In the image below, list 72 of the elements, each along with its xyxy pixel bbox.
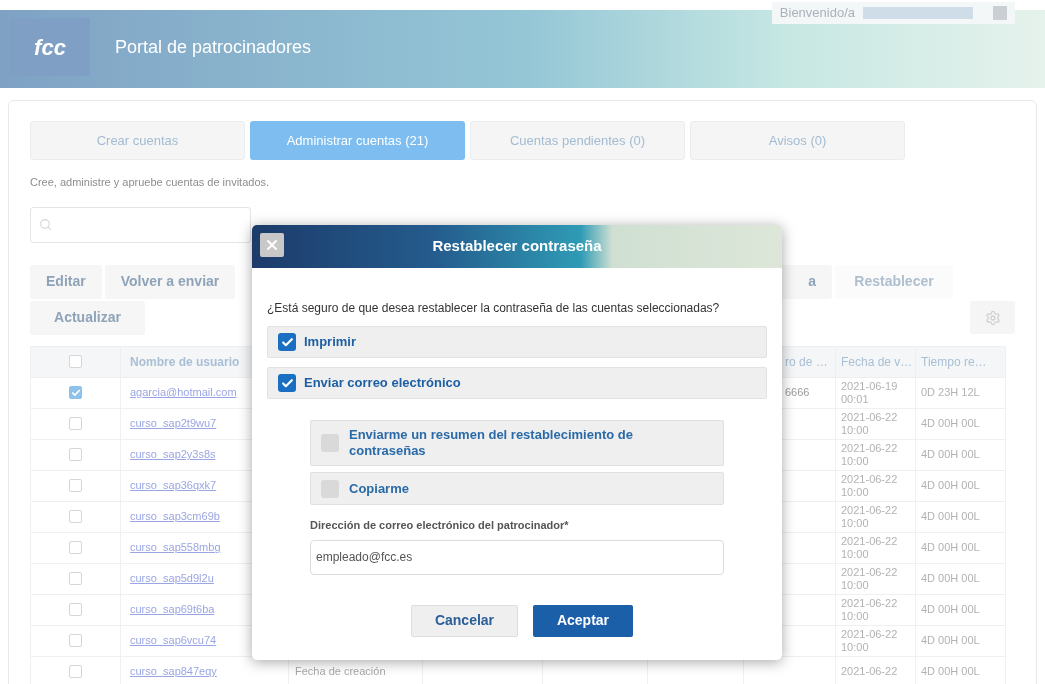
portal-title: Portal de patrocinadores (115, 36, 312, 59)
tab[interactable]: Crear cuentas (30, 121, 245, 160)
expiry-date: 2021-06-22 10:00 (841, 441, 898, 467)
checkbox[interactable] (69, 572, 82, 585)
email-field[interactable]: empleado@fcc.es (310, 539, 724, 575)
toolbar-button[interactable]: Volver a enviar (104, 264, 236, 299)
tab[interactable]: Avisos (0) (690, 121, 905, 160)
expiry-date: 2021-06-22 10:00 (841, 410, 898, 436)
expiry-date: 2021-06-22 10:00 (841, 627, 898, 653)
checkbox[interactable] (69, 665, 82, 678)
time-remaining: 4D 00H 00L (921, 572, 980, 585)
checkbox[interactable] (69, 603, 82, 616)
option-label: Enviarme un resumen del restablecimiento de contraseñas (349, 427, 634, 459)
expiry-date: 2021-06-22 10:00 (841, 503, 898, 529)
gear-icon (984, 309, 1001, 326)
check-icon (70, 387, 81, 398)
option-row[interactable]: Imprimir (267, 326, 767, 358)
checkbox[interactable] (69, 448, 82, 461)
time-remaining: 4D 00H 00L (921, 634, 980, 647)
column-header[interactable]: Tiempo re… (915, 346, 1006, 377)
time-remaining: 4D 00H 00L (921, 665, 980, 678)
checkbox[interactable] (69, 417, 82, 430)
option-row[interactable]: Enviarme un resumen del restablecimiento de contraseñas (310, 420, 724, 466)
close-icon (264, 237, 280, 253)
option-label: Imprimir (304, 333, 356, 352)
checkbox[interactable] (69, 510, 82, 523)
accept-button[interactable]: Aceptar (533, 604, 633, 637)
time-remaining: 4D 00H 00L (921, 510, 980, 523)
tab[interactable]: Cuentas pendientes (0) (470, 121, 685, 160)
close-button[interactable] (260, 233, 284, 257)
search-field[interactable] (30, 206, 251, 243)
time-remaining: 4D 00H 00L (921, 448, 980, 461)
time-remaining: 4D 00H 00L (921, 541, 980, 554)
column-header[interactable]: Fecha de v… (835, 346, 916, 377)
welcome-text: Bienvenido/a (779, 4, 855, 23)
checkbox[interactable] (69, 355, 82, 368)
table-cell: Fecha de creación (295, 665, 386, 678)
description-text: Cree, administre y apruebe cuentas de invitados. (30, 175, 271, 190)
tab[interactable]: Administrar cuentas (21) (250, 121, 465, 160)
check-icon (280, 376, 294, 390)
search-icon (39, 218, 52, 231)
menu-toggle[interactable] (993, 6, 1007, 20)
checkbox[interactable] (69, 634, 82, 647)
expiry-date: 2021-06-22 10:00 (841, 472, 898, 498)
table-cell: 6666 (785, 386, 810, 399)
toolbar-button[interactable]: Actualizar (30, 300, 145, 335)
time-remaining: 0D 23H 12L (921, 386, 980, 399)
expiry-date: 2021-06-22 10:00 (841, 596, 898, 622)
checkbox[interactable] (278, 333, 296, 351)
checkbox[interactable] (69, 386, 82, 399)
option-row[interactable]: Copiarme (310, 472, 724, 505)
expiry-date: 2021-06-22 10:00 (841, 534, 898, 560)
settings-button[interactable] (970, 301, 1015, 334)
option-row[interactable]: Enviar correo electrónico (267, 367, 767, 399)
expiry-date: 2021-06-22 10:00 (841, 565, 898, 591)
time-remaining: 4D 00H 00L (921, 603, 980, 616)
email-label: Dirección de correo electrónico del patrocinador* (310, 518, 570, 533)
expiry-date: 2021-06-19 00:01 (841, 379, 898, 405)
checkbox[interactable] (278, 374, 296, 392)
logo: fcc (10, 18, 90, 76)
cancel-button[interactable]: Cancelar (411, 604, 518, 637)
checkbox[interactable] (69, 541, 82, 554)
time-remaining: 4D 00H 00L (921, 479, 980, 492)
time-remaining: 4D 00H 00L (921, 417, 980, 430)
option-label: Copiarme (349, 480, 409, 497)
checkbox[interactable] (69, 479, 82, 492)
toolbar-button[interactable]: Editar (30, 264, 102, 299)
check-icon (280, 335, 294, 349)
option-label: Enviar correo electrónico (304, 374, 461, 393)
expiry-date: 2021-06-22 (841, 665, 898, 677)
dialog-title: Restablecer contraseña (432, 236, 602, 257)
confirmation-question: ¿Está seguro de que desea restablecer la contraseña de las cuentas seleccionadas? (267, 300, 721, 317)
